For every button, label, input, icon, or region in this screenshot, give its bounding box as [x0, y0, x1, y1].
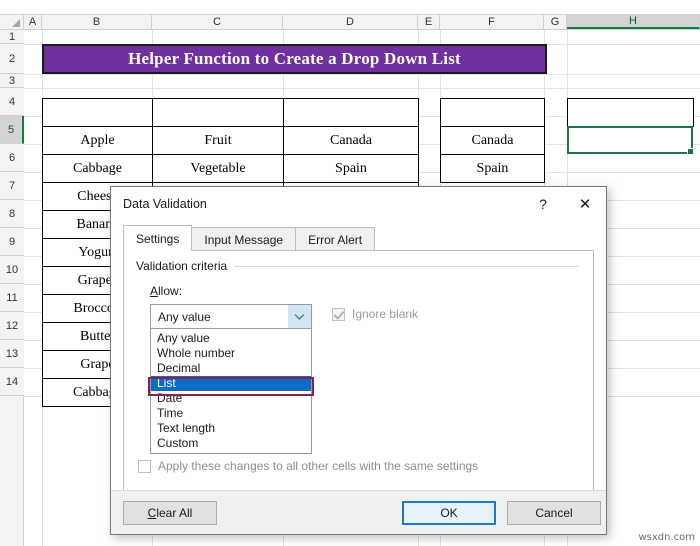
gridline-horizontal [24, 74, 700, 75]
ignore-blank-checkmark-icon [332, 307, 345, 321]
helper-country-table: Country Canada Spain [440, 98, 545, 183]
column-header-g[interactable]: G [544, 15, 567, 29]
column-header-drop-down: Drop-Down [567, 98, 694, 127]
allow-option-date[interactable]: Date [151, 391, 311, 406]
chevron-down-icon[interactable] [288, 305, 311, 328]
helper-header-row: Country [440, 98, 545, 127]
validation-criteria-label: Validation criteria [136, 259, 234, 273]
allow-option-time[interactable]: Time [151, 406, 311, 421]
row-header-1[interactable]: 1 [0, 30, 24, 44]
row-header-11[interactable]: 11 [0, 284, 24, 312]
dialog-footer: Clear All OK Cancel [111, 490, 606, 534]
dialog-title-buttons: ? ✕ [522, 187, 606, 221]
gridline-horizontal [24, 88, 700, 89]
row-header-9[interactable]: 9 [0, 228, 24, 256]
table-cell[interactable]: Apple [42, 126, 153, 155]
excel-screenshot: ABCDEFGH 1 2 3 4 5 6 7 8 9 10 11 12 13 14 Helper Func… [0, 0, 700, 546]
allow-option-text-length[interactable]: Text length [151, 421, 311, 436]
active-cell-h5[interactable] [567, 126, 694, 155]
column-header-h[interactable]: H [567, 15, 700, 29]
dialog-title: Data Validation [123, 197, 207, 211]
apply-all-label: Apply these changes to all other cells w… [158, 459, 479, 473]
row-header-column: 1 2 3 4 5 6 7 8 9 10 11 12 13 14 [0, 30, 24, 546]
allow-option-decimal[interactable]: Decimal [151, 361, 311, 376]
column-header-country: Country [283, 98, 419, 127]
allow-option-whole-number[interactable]: Whole number [151, 346, 311, 361]
row-header-14[interactable]: 14 [0, 368, 24, 396]
column-header-b[interactable]: B [42, 15, 152, 29]
row-header-4[interactable]: 4 [0, 88, 24, 116]
allow-label-accesskey: A [150, 284, 159, 298]
table-cell[interactable]: Fruit [152, 126, 284, 155]
row-header-8[interactable]: 8 [0, 200, 24, 228]
ignore-blank-checkbox[interactable]: Ignore blank [332, 307, 418, 321]
ignore-blank-label: Ignore blank [352, 307, 419, 321]
select-all-corner[interactable] [0, 15, 24, 29]
clear-all-button[interactable]: Clear All [123, 501, 217, 525]
apply-all-checkbox-box [138, 459, 151, 473]
help-icon[interactable]: ? [522, 187, 564, 221]
sheet-title-banner: Helper Function to Create a Drop Down Li… [42, 44, 547, 74]
column-header-c[interactable]: C [152, 15, 283, 29]
row-header-13[interactable]: 13 [0, 340, 24, 368]
column-header-helper-country: Country [440, 98, 545, 127]
allow-option-custom[interactable]: Custom [151, 436, 311, 451]
tab-input-message[interactable]: Input Message [191, 227, 297, 251]
close-icon[interactable]: ✕ [564, 187, 606, 221]
helper-cell[interactable]: Canada [440, 126, 545, 155]
tab-error-alert[interactable]: Error Alert [295, 227, 376, 251]
dialog-tab-strip: Settings Input Message Error Alert [123, 225, 376, 251]
settings-panel: Validation criteria Allow: Any value Any… [123, 250, 594, 492]
cancel-button[interactable]: Cancel [507, 501, 601, 525]
clear-all-label: Clear All [148, 506, 193, 520]
row-header-10[interactable]: 10 [0, 256, 24, 284]
row-header-2[interactable]: 2 [0, 44, 24, 74]
helper-row: Canada [440, 126, 545, 155]
row-header-3[interactable]: 3 [0, 74, 24, 88]
allow-combobox-value: Any value [158, 309, 211, 324]
dialog-title-bar[interactable]: Data Validation ? ✕ [111, 187, 606, 221]
dropdown-target-table: Drop-Down [567, 98, 694, 127]
row-header-12[interactable]: 12 [0, 312, 24, 340]
allow-label-rest: llow: [158, 284, 183, 298]
column-header-product: Product [42, 98, 153, 127]
dialog-body: Settings Input Message Error Alert Valid… [111, 221, 606, 534]
column-header-e[interactable]: E [418, 15, 440, 29]
column-header-row: ABCDEFGH [0, 14, 700, 30]
allow-combobox[interactable]: Any value [150, 304, 312, 329]
table-row: Apple Fruit Canada [42, 126, 419, 155]
clear-all-accesskey: C [147, 506, 157, 520]
allow-label: Allow: [150, 284, 182, 298]
table-cell[interactable]: Spain [283, 154, 419, 183]
group-divider [234, 266, 579, 267]
table-cell[interactable]: Canada [283, 126, 419, 155]
dropdown-header-row: Drop-Down [567, 98, 694, 127]
helper-cell[interactable]: Spain [440, 154, 545, 183]
site-watermark: wsxdn.com [638, 532, 695, 543]
row-header-7[interactable]: 7 [0, 172, 24, 200]
apply-all-checkbox[interactable]: Apply these changes to all other cells w… [138, 459, 478, 473]
ok-button[interactable]: OK [402, 501, 496, 525]
column-header-f[interactable]: F [440, 15, 544, 29]
allow-options-list[interactable]: Any value Whole number Decimal List Date Time… [150, 329, 312, 454]
table-row: Cabbage Vegetable Spain [42, 154, 419, 183]
allow-option-any-value[interactable]: Any value [151, 331, 311, 346]
table-cell[interactable]: Cabbage [42, 154, 153, 183]
row-header-5[interactable]: 5 [0, 116, 24, 144]
tab-settings[interactable]: Settings [123, 225, 193, 251]
table-header-row: Product Category Country [42, 98, 419, 127]
row-header-6[interactable]: 6 [0, 144, 24, 172]
helper-row: Spain [440, 154, 545, 183]
column-header-d[interactable]: D [283, 15, 418, 29]
allow-option-list[interactable]: List [151, 376, 311, 391]
data-validation-dialog: Data Validation ? ✕ Settings Input Messa… [110, 186, 607, 535]
column-header-a[interactable]: A [24, 15, 42, 29]
clear-all-label-rest: lear All [156, 506, 193, 520]
column-header-category: Category [152, 98, 284, 127]
table-cell[interactable]: Vegetable [152, 154, 284, 183]
